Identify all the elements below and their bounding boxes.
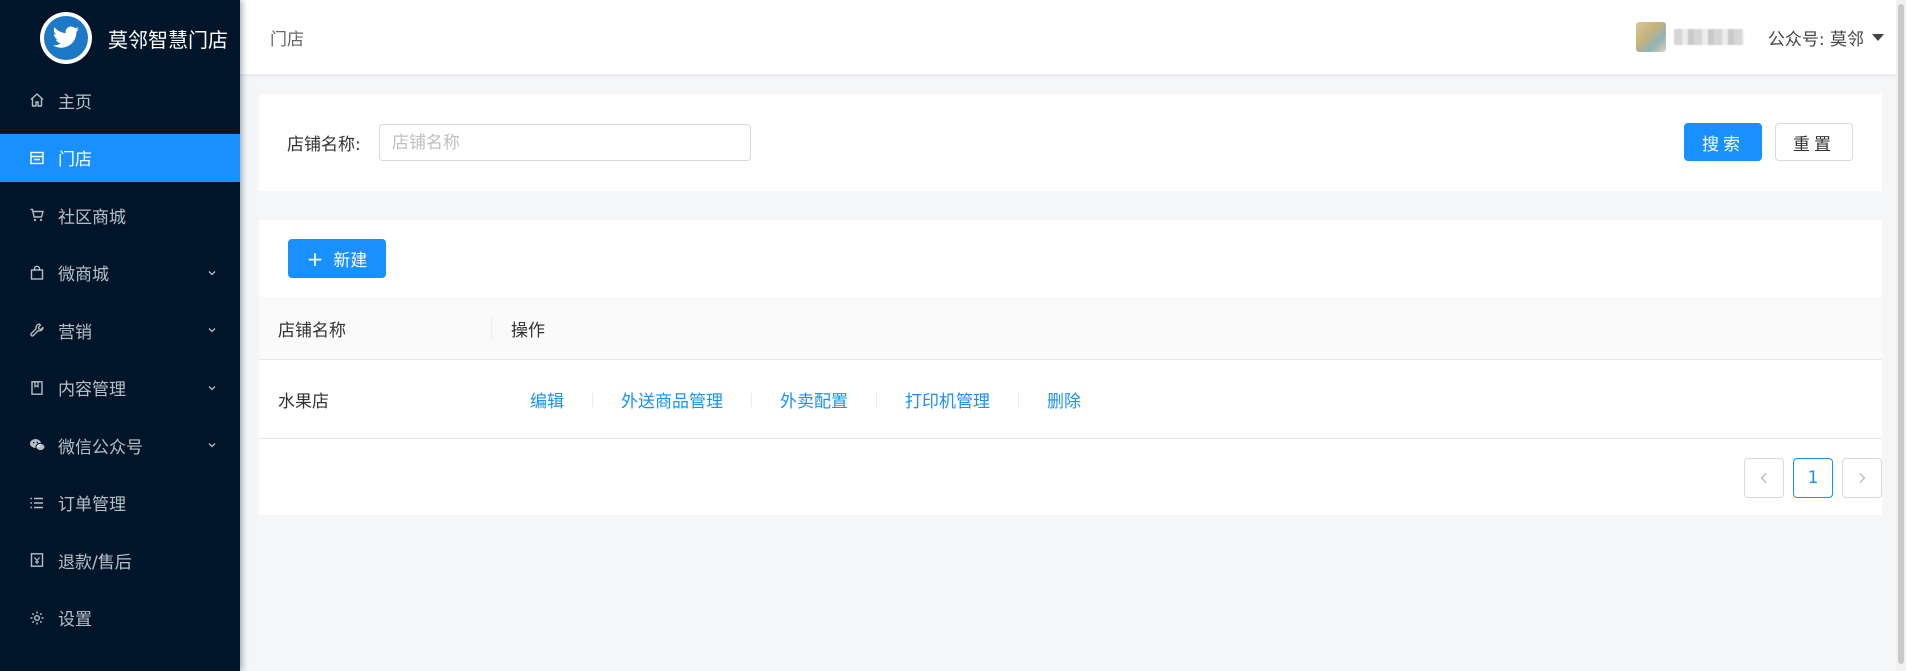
breadcrumb: 门店 [270, 29, 304, 50]
sidebar-item-refund[interactable]: 退款/售后 [0, 536, 240, 584]
row-actions: 编辑 外送商品管理 外卖配置 打印机管理 删除 [530, 387, 1081, 412]
sidebar-item-label: 微信公众号 [58, 437, 143, 458]
sidebar-item-label: 微商城 [58, 265, 109, 285]
chevron-right-icon [1859, 473, 1866, 483]
refund-icon [28, 551, 46, 569]
next-page-button[interactable] [1842, 458, 1882, 498]
search-button[interactable]: 搜索 [1684, 123, 1762, 161]
caret-down-icon [1872, 33, 1884, 41]
sidebar-item-label: 订单管理 [58, 495, 126, 515]
sidebar-item-label: 门店 [58, 150, 92, 170]
printer-management-link[interactable]: 打印机管理 [905, 387, 990, 412]
sidebar-item-label: 社区商城 [58, 207, 126, 228]
table-header: 店铺名称 操作 [259, 297, 1882, 360]
column-divider [491, 317, 492, 341]
sidebar-item-label: 内容管理 [58, 380, 126, 400]
sidebar-item-orders[interactable]: 订单管理 [0, 479, 240, 527]
account-dropdown[interactable]: 公众号: 莫邻 [1768, 25, 1884, 50]
chevron-down-icon [206, 382, 218, 394]
search-panel: 店铺名称: 搜索 重置 [259, 94, 1882, 191]
sidebar-item-label: 营销 [58, 322, 92, 343]
action-divider [751, 392, 752, 407]
delivery-goods-link[interactable]: 外送商品管理 [621, 387, 723, 412]
sidebar-item-content[interactable]: 内容管理 [0, 364, 240, 412]
sidebar-item-community-mall[interactable]: 社区商城 [0, 191, 240, 239]
action-divider [1018, 392, 1019, 407]
sidebar-item-store[interactable]: 门店 [0, 133, 240, 182]
table-row: 水果店 编辑 外送商品管理 外卖配置 打印机管理 删除 [259, 361, 1882, 439]
store-name-label: 店铺名称: [287, 135, 361, 155]
reset-button[interactable]: 重置 [1775, 123, 1853, 161]
store-name-input[interactable] [379, 124, 751, 161]
header-user-area: 公众号: 莫邻 [1635, 0, 1884, 74]
scrollbar-track[interactable] [1896, 0, 1906, 671]
sidebar-item-home[interactable]: 主页 [0, 76, 240, 124]
wechat-icon [28, 436, 46, 454]
sidebar-item-wechat[interactable]: 微信公众号 [0, 421, 240, 469]
prev-page-button[interactable] [1744, 458, 1784, 498]
home-icon [28, 91, 46, 109]
book-icon [28, 379, 46, 397]
scrollbar-thumb[interactable] [1898, 4, 1904, 664]
column-header-store-name: 店铺名称 [278, 320, 346, 341]
new-button-label: 新建 [333, 251, 368, 271]
list-icon [28, 494, 46, 512]
top-header: 门店 公众号: 莫邻 [240, 0, 1906, 74]
gear-icon [28, 609, 46, 627]
chevron-down-icon [206, 324, 218, 336]
app-title: 莫邻智慧门店 [108, 27, 228, 52]
sidebar-item-marketing[interactable]: 营销 [0, 306, 240, 354]
takeout-config-link[interactable]: 外卖配置 [780, 387, 848, 412]
user-name-blurred [1673, 29, 1744, 45]
wrench-icon [28, 321, 46, 339]
bird-logo-icon [40, 12, 92, 64]
avatar[interactable] [1635, 22, 1666, 52]
column-header-actions: 操作 [511, 320, 545, 341]
store-icon [28, 149, 46, 167]
cart-icon [28, 206, 46, 224]
new-store-button[interactable]: + 新建 [288, 239, 386, 278]
edit-link[interactable]: 编辑 [530, 387, 564, 412]
action-divider [876, 392, 877, 407]
sidebar-logo[interactable]: 莫邻智慧门店 [0, 0, 240, 76]
sidebar-item-label: 退款/售后 [58, 552, 132, 573]
pagination: 1 [1735, 458, 1882, 498]
sidebar: 莫邻智慧门店 主页 门店 社区商城 微商城 营销 内容管理 微信公众号 订单管理… [0, 0, 240, 671]
sidebar-item-settings[interactable]: 设置 [0, 594, 240, 642]
action-divider [592, 392, 593, 407]
sidebar-menu: 主页 门店 社区商城 微商城 营销 内容管理 微信公众号 订单管理 退款/售后 … [0, 76, 240, 642]
chevron-left-icon [1760, 473, 1767, 483]
sidebar-item-label: 设置 [58, 610, 92, 630]
store-name-cell: 水果店 [278, 392, 329, 412]
chevron-down-icon [206, 439, 218, 451]
plus-icon: + [306, 246, 324, 271]
chevron-down-icon [206, 267, 218, 279]
bag-icon [28, 264, 46, 282]
delete-link[interactable]: 删除 [1047, 387, 1081, 412]
sidebar-item-label: 主页 [58, 92, 92, 113]
page-number-button[interactable]: 1 [1793, 458, 1833, 498]
store-table-panel: + 新建 店铺名称 操作 水果店 编辑 外送商品管理 外卖配置 打印机管理 删除… [259, 220, 1882, 515]
sidebar-item-micro-mall[interactable]: 微商城 [0, 249, 240, 297]
account-label: 公众号: 莫邻 [1767, 29, 1864, 50]
